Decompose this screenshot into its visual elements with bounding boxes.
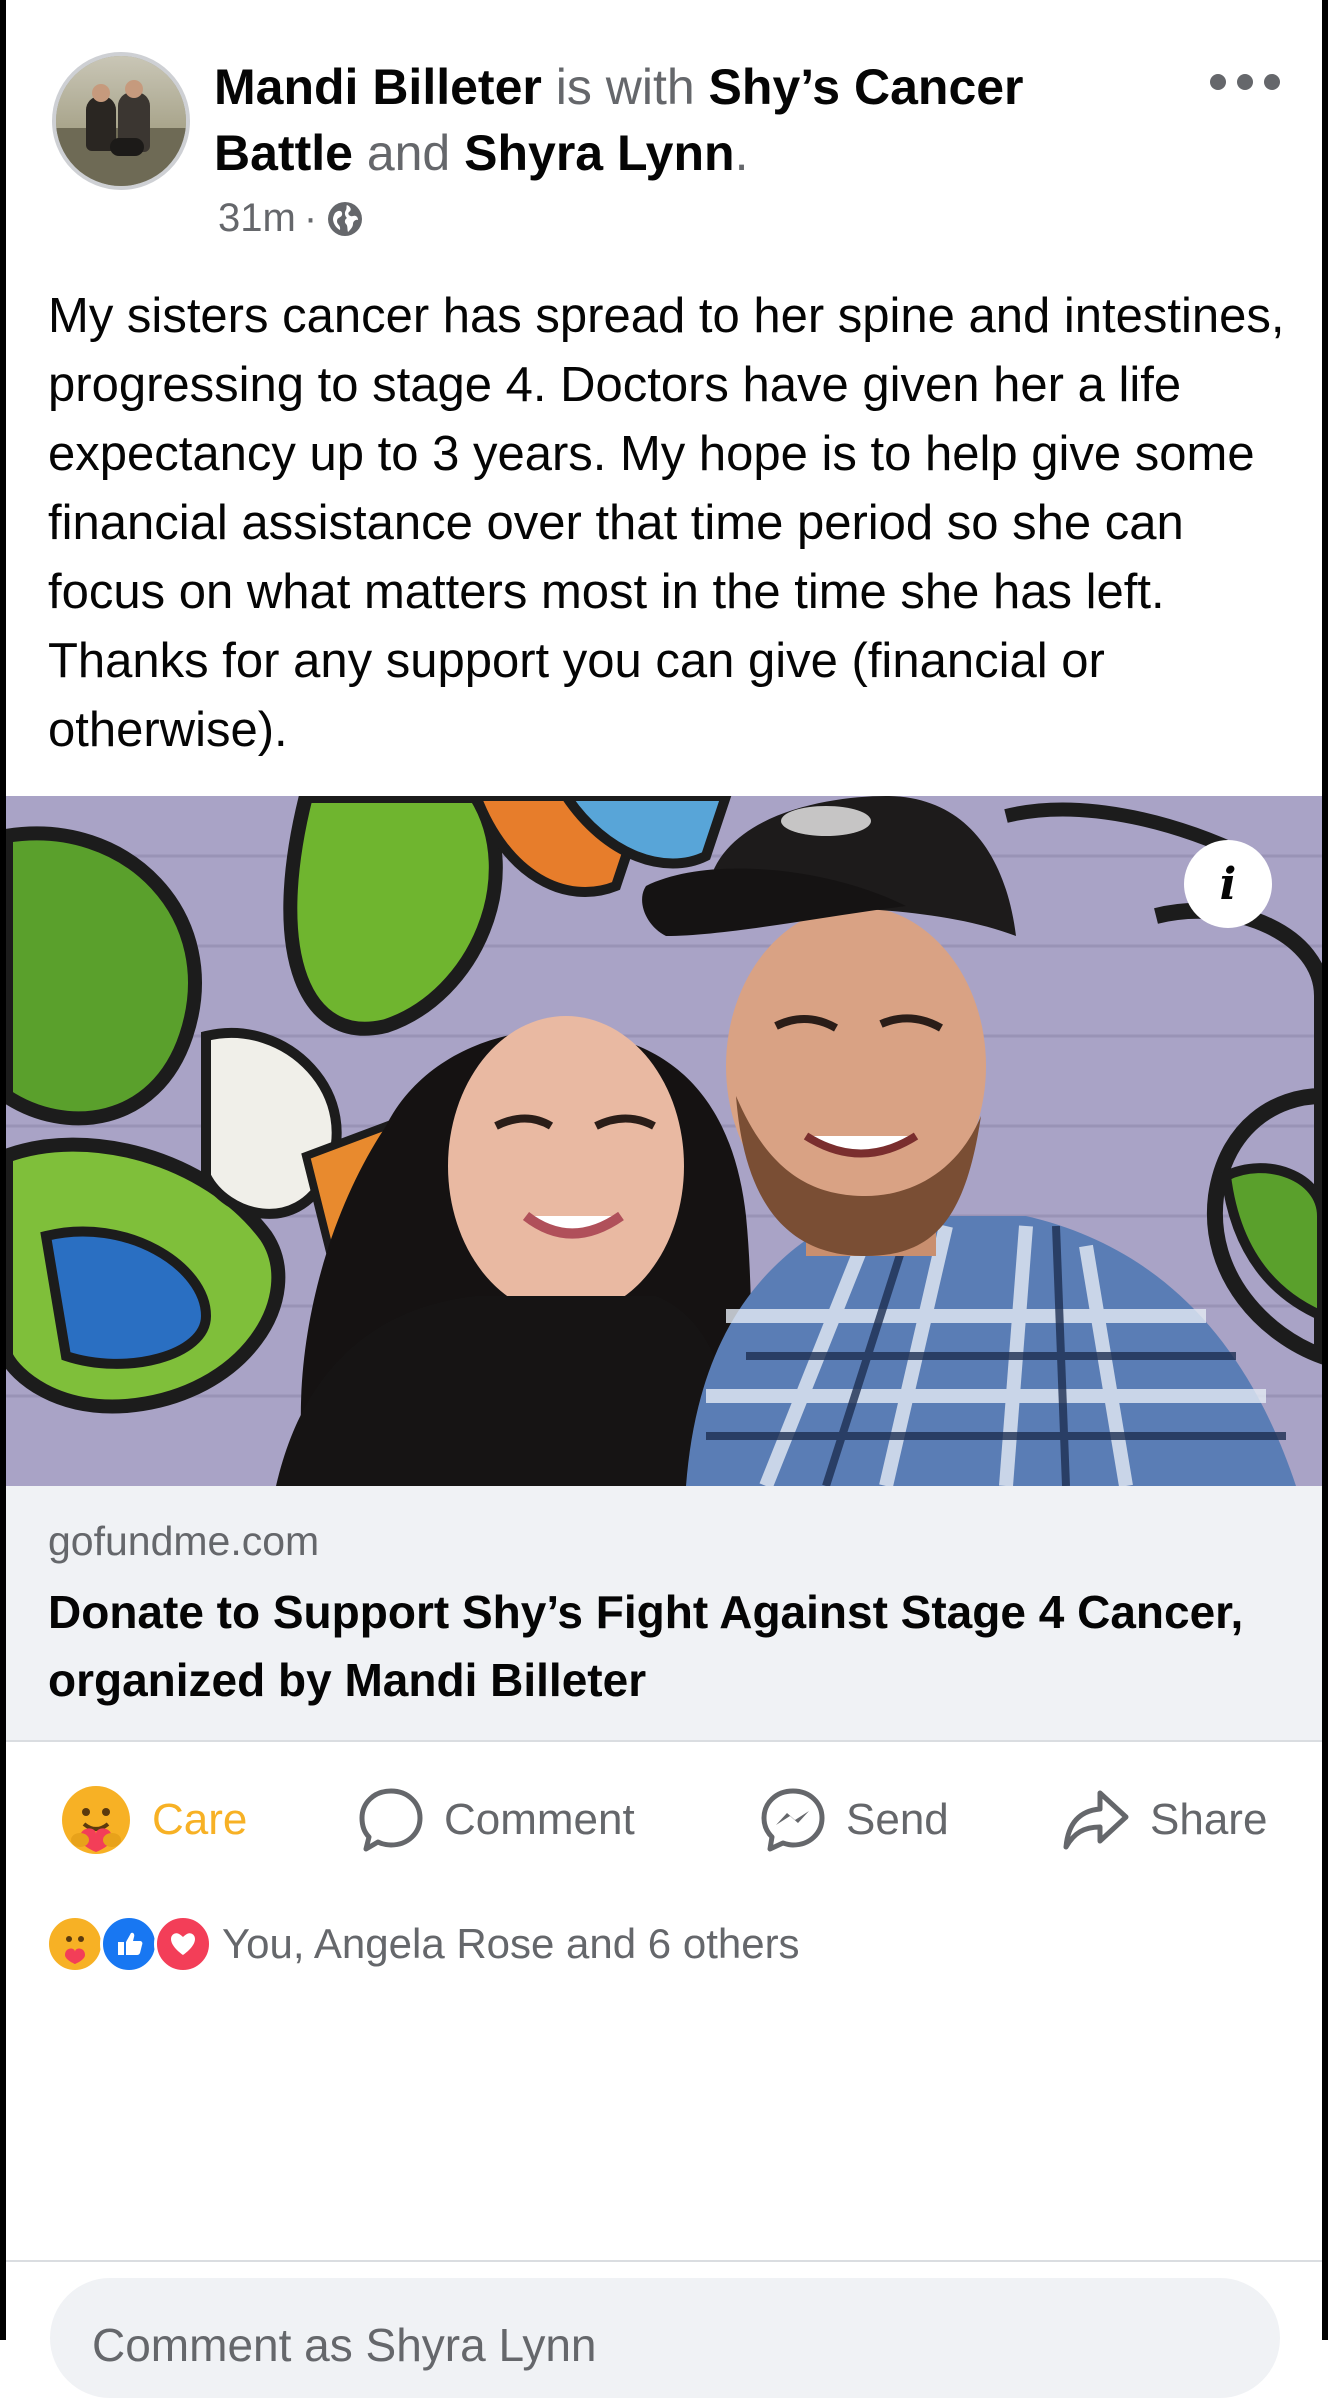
author-avatar[interactable] xyxy=(52,52,190,190)
globe-icon xyxy=(325,199,365,239)
tagged-person-link[interactable]: Shyra Lynn xyxy=(464,125,734,181)
send-label: Send xyxy=(846,1795,949,1844)
reaction-summary-text: You, Angela Rose and 6 others xyxy=(222,1920,800,1967)
link-title[interactable]: Donate to Support Shy’s Fight Against St… xyxy=(48,1578,1298,1714)
reaction-icons xyxy=(46,1915,212,1973)
meta-separator: · xyxy=(303,196,318,240)
like-icon xyxy=(100,1915,158,1973)
author-name[interactable]: Mandi Billeter xyxy=(214,59,542,115)
send-button[interactable]: Send xyxy=(758,1782,949,1858)
care-icon xyxy=(46,1915,104,1973)
share-label: Share xyxy=(1150,1795,1268,1844)
comment-label: Comment xyxy=(444,1795,635,1844)
care-button[interactable]: Care xyxy=(58,1782,247,1858)
care-label: Care xyxy=(152,1795,248,1844)
comment-button[interactable]: Comment xyxy=(356,1782,635,1858)
link-preview-card[interactable]: gofundme.com Donate to Support Shy’s Fig… xyxy=(6,1486,1322,1742)
more-options-icon[interactable] xyxy=(1210,62,1280,102)
title-period: . xyxy=(734,125,749,181)
share-arrow-icon xyxy=(1060,1785,1132,1855)
post-header-title: Mandi Billeter is with Shy’s Cancer Batt… xyxy=(214,54,1094,186)
post-timestamp[interactable]: 31m xyxy=(218,196,296,241)
share-button[interactable]: Share xyxy=(1060,1782,1267,1858)
post-meta: 31m · xyxy=(218,196,365,241)
love-icon xyxy=(154,1915,212,1973)
link-preview-image[interactable]: i xyxy=(6,796,1322,1486)
messenger-icon xyxy=(758,1785,828,1855)
comment-bubble-icon xyxy=(356,1785,426,1855)
link-domain: gofundme.com xyxy=(48,1518,320,1564)
care-icon xyxy=(58,1782,134,1858)
photo-illustration xyxy=(6,796,1322,1486)
post-text: My sisters cancer has spread to her spin… xyxy=(48,289,1285,757)
action-bar: Care Comment Send Share xyxy=(6,1742,1322,1892)
comment-input[interactable]: Comment as Shyra Lynn xyxy=(50,2278,1280,2398)
info-glyph: i xyxy=(1219,858,1237,910)
and-text: and xyxy=(352,125,465,181)
with-text: is with xyxy=(541,59,709,115)
info-button[interactable]: i xyxy=(1184,840,1272,928)
right-frame-edge xyxy=(1322,0,1328,2340)
comment-placeholder: Comment as Shyra Lynn xyxy=(92,2319,597,2371)
comments-divider xyxy=(6,2260,1322,2262)
reactions-summary[interactable]: You, Angela Rose and 6 others xyxy=(46,1914,800,1974)
post-header: Mandi Billeter is with Shy’s Cancer Batt… xyxy=(6,0,1322,270)
